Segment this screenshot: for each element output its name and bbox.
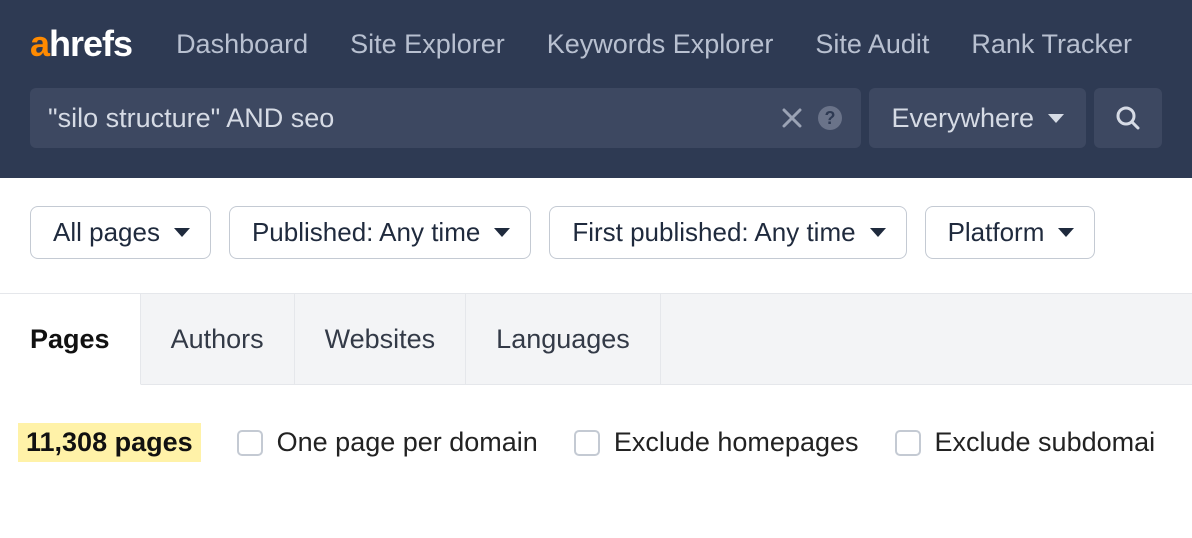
filter-label: First published: Any time xyxy=(572,217,855,248)
header: ahrefs Dashboard Site Explorer Keywords … xyxy=(0,0,1192,178)
tab-label: Websites xyxy=(325,324,436,355)
chevron-down-icon xyxy=(1048,114,1064,123)
nav-keywords-explorer[interactable]: Keywords Explorer xyxy=(547,29,774,60)
search-input-wrap: ? xyxy=(30,88,861,148)
chevron-down-icon xyxy=(1058,228,1074,237)
filters-row: All pages Published: Any time First publ… xyxy=(0,178,1192,293)
logo-rest: hrefs xyxy=(49,23,132,64)
tabs-row: Pages Authors Websites Languages xyxy=(0,293,1192,385)
filter-first-published[interactable]: First published: Any time xyxy=(549,206,906,259)
tab-label: Pages xyxy=(30,324,110,355)
option-label: One page per domain xyxy=(277,427,538,458)
filter-all-pages[interactable]: All pages xyxy=(30,206,211,259)
nav-dashboard[interactable]: Dashboard xyxy=(176,29,308,60)
results-count-badge: 11,308 pages xyxy=(18,423,201,462)
nav-links: Dashboard Site Explorer Keywords Explore… xyxy=(176,29,1132,60)
results-row: 11,308 pages One page per domain Exclude… xyxy=(0,385,1192,462)
search-icon xyxy=(1115,105,1141,131)
option-one-page-per-domain[interactable]: One page per domain xyxy=(237,427,538,458)
chevron-down-icon xyxy=(174,228,190,237)
brand-logo[interactable]: ahrefs xyxy=(30,23,132,65)
filter-label: All pages xyxy=(53,217,160,248)
filter-published[interactable]: Published: Any time xyxy=(229,206,531,259)
tab-pages[interactable]: Pages xyxy=(0,294,141,385)
option-label: Exclude homepages xyxy=(614,427,859,458)
search-input[interactable] xyxy=(48,103,781,134)
filter-platform[interactable]: Platform xyxy=(925,206,1096,259)
chevron-down-icon xyxy=(494,228,510,237)
tab-websites[interactable]: Websites xyxy=(295,294,467,384)
scope-select[interactable]: Everywhere xyxy=(869,88,1086,148)
nav-rank-tracker[interactable]: Rank Tracker xyxy=(971,29,1132,60)
help-icon[interactable]: ? xyxy=(817,105,843,131)
option-exclude-subdomains[interactable]: Exclude subdomai xyxy=(895,427,1156,458)
tab-label: Authors xyxy=(171,324,264,355)
checkbox-icon[interactable] xyxy=(237,430,263,456)
tab-languages[interactable]: Languages xyxy=(466,294,661,384)
close-icon[interactable] xyxy=(781,107,803,129)
search-bar: ? Everywhere xyxy=(30,88,1162,178)
logo-prefix: a xyxy=(30,23,49,64)
tab-authors[interactable]: Authors xyxy=(141,294,295,384)
checkbox-icon[interactable] xyxy=(895,430,921,456)
filter-label: Platform xyxy=(948,217,1045,248)
option-exclude-homepages[interactable]: Exclude homepages xyxy=(574,427,859,458)
top-nav: ahrefs Dashboard Site Explorer Keywords … xyxy=(30,0,1162,88)
search-button[interactable] xyxy=(1094,88,1162,148)
checkbox-icon[interactable] xyxy=(574,430,600,456)
filter-label: Published: Any time xyxy=(252,217,480,248)
nav-site-audit[interactable]: Site Audit xyxy=(815,29,929,60)
tab-label: Languages xyxy=(496,324,630,355)
nav-site-explorer[interactable]: Site Explorer xyxy=(350,29,505,60)
scope-label: Everywhere xyxy=(891,103,1034,134)
option-label: Exclude subdomai xyxy=(935,427,1156,458)
svg-text:?: ? xyxy=(825,108,836,128)
chevron-down-icon xyxy=(870,228,886,237)
